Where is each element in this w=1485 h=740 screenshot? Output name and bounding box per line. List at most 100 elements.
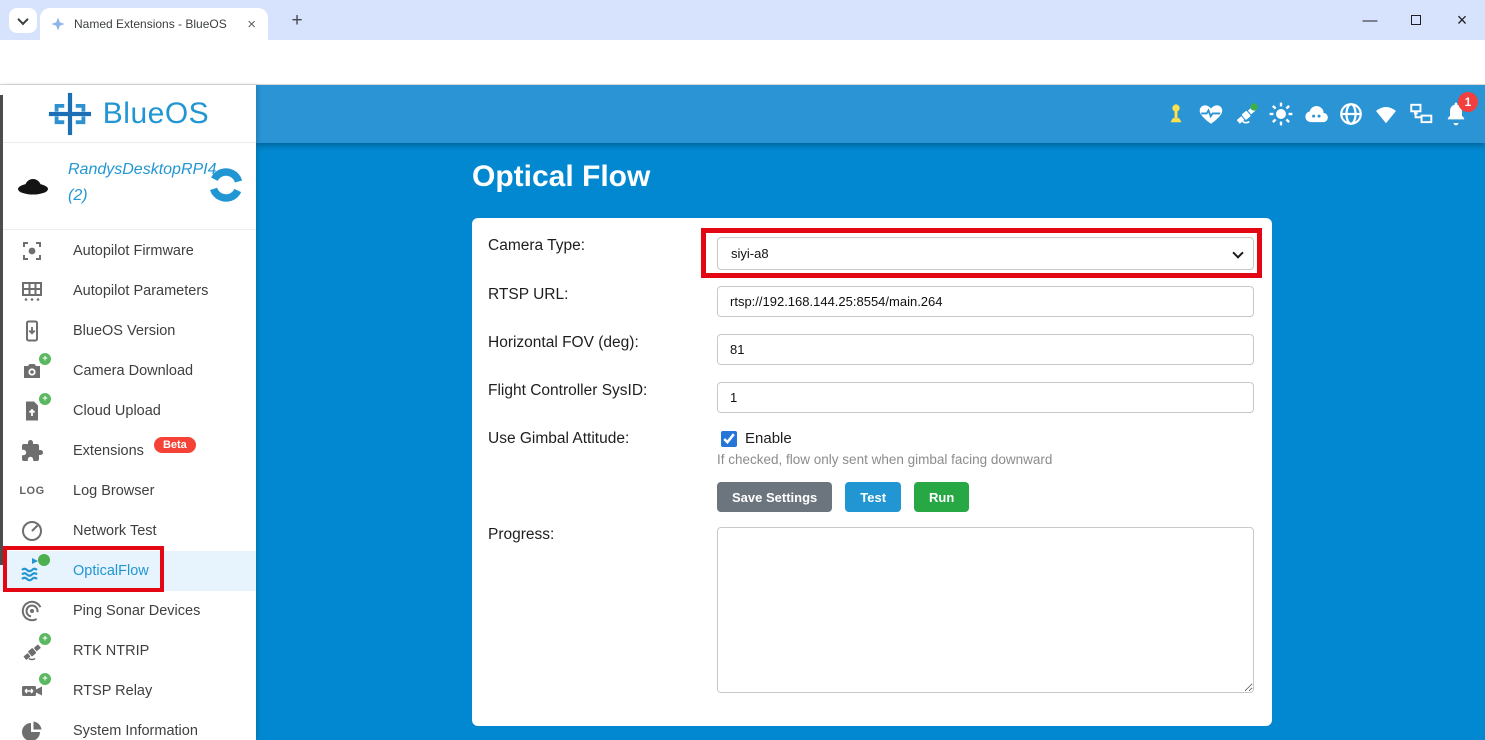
screen: Named Extensions - BlueOS × + — × ← → ↻ … bbox=[0, 0, 1485, 740]
vehicle-name-text: RandysDesktopRPI4 bbox=[68, 157, 218, 183]
opticalflow-waves-icon bbox=[17, 557, 47, 585]
vehicle-name: RandysDesktopRPI4 (2) bbox=[68, 157, 218, 209]
sysid-input[interactable] bbox=[717, 382, 1254, 413]
browser-frame: Named Extensions - BlueOS × + — × bbox=[0, 0, 1485, 40]
sidebar-item-label: RTK NTRIP bbox=[73, 643, 149, 659]
sidebar-item-label: System Information bbox=[73, 723, 198, 739]
maximize-button[interactable] bbox=[1393, 0, 1439, 40]
sidebar-item-rtsp-relay[interactable]: + RTSP Relay bbox=[0, 671, 256, 711]
blueos-logo: BlueOS bbox=[0, 85, 256, 143]
sidebar-item-network-test[interactable]: Network Test bbox=[0, 511, 256, 551]
gimbal-label: Use Gimbal Attitude: bbox=[488, 430, 629, 448]
ufo-icon bbox=[15, 167, 51, 203]
sidebar-item-camera-download[interactable]: + Camera Download bbox=[0, 351, 256, 391]
window-controls: — × bbox=[1347, 0, 1485, 40]
sidebar-item-label: Log Browser bbox=[73, 483, 154, 499]
sidebar-item-label: Camera Download bbox=[73, 363, 193, 379]
vehicle-name-suffix: (2) bbox=[68, 183, 218, 209]
new-tab-button[interactable]: + bbox=[284, 9, 310, 33]
tab-search-button[interactable] bbox=[9, 8, 37, 33]
tab-title: Named Extensions - BlueOS bbox=[74, 17, 245, 31]
button-row: Save Settings Test Run bbox=[717, 482, 969, 512]
sphere-icon bbox=[38, 554, 50, 566]
wifi-icon[interactable] bbox=[1373, 101, 1399, 127]
sidebar-item-cloud-upload[interactable]: + Cloud Upload bbox=[0, 391, 256, 431]
progress-textarea[interactable] bbox=[717, 527, 1254, 693]
maximize-icon bbox=[1411, 15, 1421, 25]
sidebar-item-label: BlueOS Version bbox=[73, 323, 175, 339]
sidebar: BlueOS RandysDesktopRPI4 (2) Autopilot F… bbox=[0, 85, 256, 740]
rtsp-url-label: RTSP URL: bbox=[488, 286, 568, 304]
satellite-status-icon[interactable] bbox=[1233, 101, 1259, 127]
sidebar-item-label: OpticalFlow bbox=[73, 563, 149, 579]
hfov-input[interactable] bbox=[717, 334, 1254, 365]
sidebar-item-extensions[interactable]: Extensions Beta bbox=[0, 431, 256, 471]
sidebar-item-label: Ping Sonar Devices bbox=[73, 603, 200, 619]
sidebar-item-blueos-version[interactable]: BlueOS Version bbox=[0, 311, 256, 351]
joystick-icon[interactable] bbox=[1163, 101, 1189, 127]
sidebar-item-label: Extensions bbox=[73, 443, 144, 459]
enable-row: Enable bbox=[721, 430, 792, 447]
sidebar-item-rtk-ntrip[interactable]: + RTK NTRIP bbox=[0, 631, 256, 671]
sidebar-scrollbar[interactable] bbox=[0, 95, 3, 565]
sidebar-item-ping-sonar[interactable]: Ping Sonar Devices bbox=[0, 591, 256, 631]
sidebar-item-autopilot-firmware[interactable]: Autopilot Firmware bbox=[0, 231, 256, 271]
notification-badge: 1 bbox=[1458, 92, 1478, 112]
camera-download-icon: + bbox=[17, 357, 47, 385]
rtsp-relay-icon: + bbox=[17, 677, 47, 705]
save-settings-button[interactable]: Save Settings bbox=[717, 482, 832, 512]
browser-tab[interactable]: Named Extensions - BlueOS × bbox=[40, 8, 268, 40]
version-icon bbox=[17, 317, 47, 345]
sidebar-item-system-information[interactable]: System Information bbox=[0, 711, 256, 740]
sidebar-nav: Autopilot Firmware Autopilot Parameters … bbox=[0, 231, 256, 740]
update-badge-icon: + bbox=[39, 353, 51, 365]
rtsp-url-input[interactable] bbox=[717, 286, 1254, 317]
update-badge-icon: + bbox=[39, 673, 51, 685]
rtk-satellite-icon: + bbox=[17, 637, 47, 665]
globe-icon[interactable] bbox=[1338, 101, 1364, 127]
sidebar-item-autopilot-parameters[interactable]: Autopilot Parameters bbox=[0, 271, 256, 311]
run-button[interactable]: Run bbox=[914, 482, 969, 512]
blueos-favicon-icon bbox=[50, 16, 66, 32]
test-button[interactable]: Test bbox=[845, 482, 901, 512]
sidebar-item-label: Autopilot Firmware bbox=[73, 243, 194, 259]
logo-text: BlueOS bbox=[103, 97, 209, 131]
vehicle-row[interactable]: RandysDesktopRPI4 (2) bbox=[0, 143, 256, 230]
progress-label: Progress: bbox=[488, 526, 554, 544]
app-header: 1 bbox=[256, 85, 1485, 143]
minimize-button[interactable]: — bbox=[1347, 0, 1393, 40]
camera-type-select[interactable]: siyi-a8 bbox=[717, 237, 1254, 270]
sidebar-item-label: Network Test bbox=[73, 523, 157, 539]
browser-toolbar: ← → ↻ ⚠ Not secure blueos-avahi.local/ex… bbox=[0, 40, 1485, 85]
close-button[interactable]: × bbox=[1439, 0, 1485, 40]
pie-chart-icon bbox=[17, 717, 47, 740]
sidebar-item-label: Cloud Upload bbox=[73, 403, 161, 419]
log-icon: LOG bbox=[17, 477, 47, 505]
network-devices-icon[interactable] bbox=[1408, 101, 1434, 127]
heartbeat-icon[interactable] bbox=[1198, 101, 1224, 127]
sun-icon[interactable] bbox=[1268, 101, 1294, 127]
enable-checkbox[interactable] bbox=[721, 431, 737, 447]
speedometer-icon bbox=[17, 517, 47, 545]
sidebar-item-opticalflow[interactable]: OpticalFlow bbox=[0, 551, 256, 591]
notifications-bell-icon[interactable]: 1 bbox=[1443, 101, 1469, 127]
cloud-icon[interactable] bbox=[1303, 101, 1329, 127]
log-icon-text: LOG bbox=[19, 485, 44, 497]
cloud-upload-icon: + bbox=[17, 397, 47, 425]
sidebar-item-log-browser[interactable]: LOG Log Browser bbox=[0, 471, 256, 511]
hfov-label: Horizontal FOV (deg): bbox=[488, 334, 639, 352]
tab-close-icon[interactable]: × bbox=[245, 16, 258, 33]
extensions-puzzle-icon bbox=[17, 437, 47, 465]
sync-loader-icon bbox=[206, 165, 246, 205]
sidebar-item-label: Autopilot Parameters bbox=[73, 283, 208, 299]
chevron-down-icon bbox=[17, 13, 28, 24]
blueos-logo-icon bbox=[47, 91, 93, 137]
beta-badge: Beta bbox=[154, 437, 196, 453]
sidebar-item-label: RTSP Relay bbox=[73, 683, 152, 699]
settings-panel: Camera Type: siyi-a8 RTSP URL: Horizonta… bbox=[472, 218, 1272, 726]
update-badge-icon: + bbox=[39, 633, 51, 645]
page-title: Optical Flow bbox=[472, 160, 650, 194]
parameters-icon bbox=[17, 277, 47, 305]
camera-type-label: Camera Type: bbox=[488, 237, 585, 255]
gimbal-help-text: If checked, flow only sent when gimbal f… bbox=[717, 452, 1052, 467]
